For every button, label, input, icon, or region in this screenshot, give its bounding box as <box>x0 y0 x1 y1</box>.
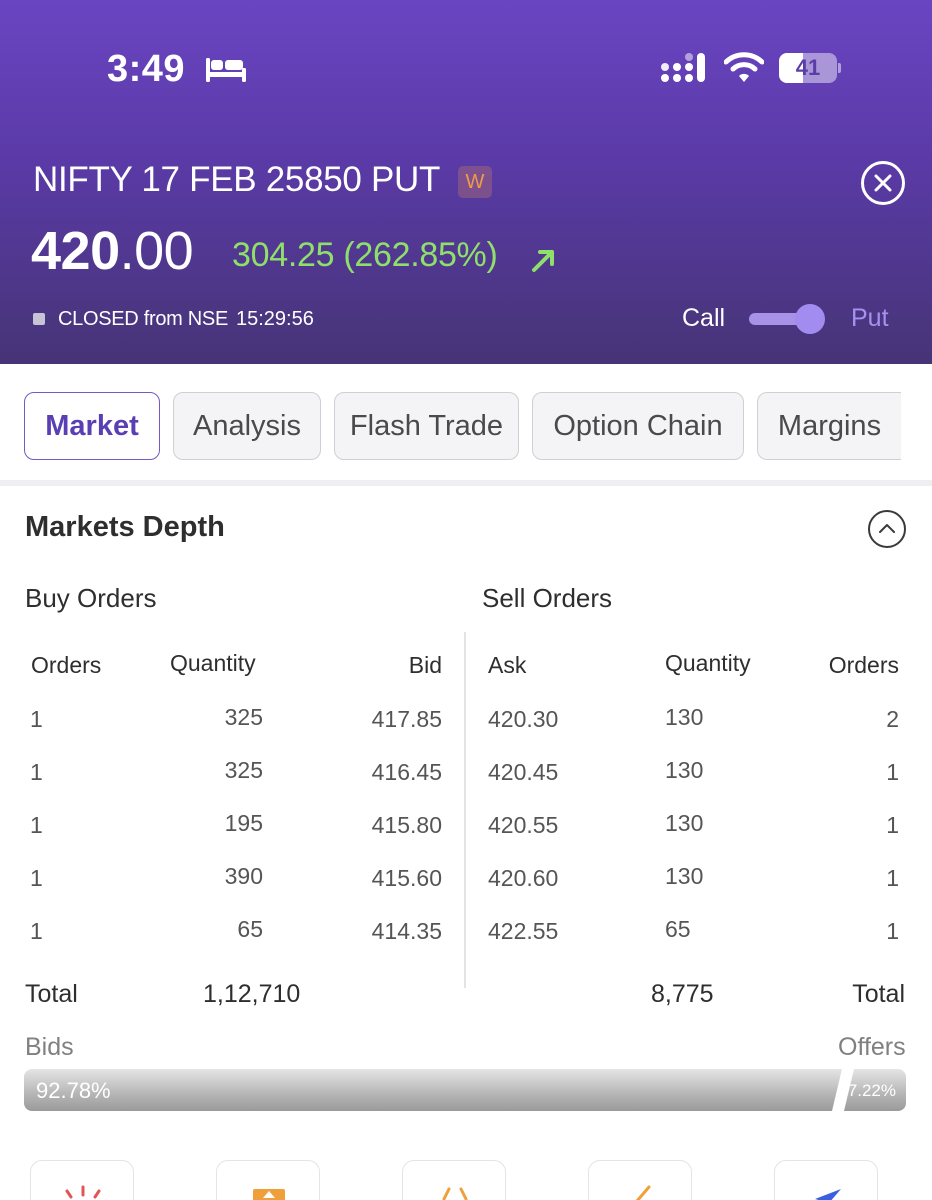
tab-market[interactable]: Market <box>24 392 160 460</box>
buy-bid-price: 415.80 <box>371 812 442 838</box>
sell-ask-price: 420.60 <box>488 865 559 891</box>
tab-flash-trade[interactable]: Flash Trade <box>334 392 519 460</box>
bids-ratio-fill: 92.78% <box>24 1069 842 1111</box>
sell-header-ask: Ask <box>488 652 527 678</box>
sell-quantity: 65 <box>665 916 691 942</box>
sell-header-quantity: Quantity <box>665 650 751 676</box>
close-icon <box>874 174 892 192</box>
market-closed-icon <box>33 313 45 325</box>
battery-percent: 41 <box>795 55 821 80</box>
tab-margins[interactable]: Margins <box>757 392 901 460</box>
action-card-1[interactable] <box>30 1160 134 1200</box>
sell-orders-count: 1 <box>886 759 899 785</box>
instrument-header: 3:49 41 NIFTY 17 FEB 25850 PUT W 420.00 … <box>0 0 932 364</box>
price-change: 304.25 (262.85%) <box>232 236 498 274</box>
sell-ask-price: 420.30 <box>488 706 559 732</box>
buy-quantity: 325 <box>224 704 263 730</box>
buy-header-orders: Orders <box>31 652 102 678</box>
buy-total-label: Total <box>25 980 78 1008</box>
sell-total-label: Total <box>852 980 905 1008</box>
send-icon <box>815 1189 841 1200</box>
buy-header-quantity: Quantity <box>170 650 256 676</box>
sell-ask-price: 420.55 <box>488 812 559 838</box>
code-icon <box>442 1187 468 1200</box>
weekly-expiry-badge: W <box>458 166 492 198</box>
collapse-depth-button[interactable] <box>868 510 906 548</box>
sell-quantity: 130 <box>665 810 704 836</box>
action-card-4[interactable] <box>588 1160 692 1200</box>
sell-ask-price: 420.45 <box>488 759 559 785</box>
call-put-toggle[interactable] <box>749 303 827 335</box>
action-card-5[interactable] <box>774 1160 878 1200</box>
sell-quantity: 130 <box>665 704 704 730</box>
sparkle-icon <box>65 1185 101 1199</box>
put-label[interactable]: Put <box>851 304 889 333</box>
market-status-time: 15:29:56 <box>236 308 314 330</box>
sell-total-quantity: 8,775 <box>651 980 714 1008</box>
offers-percent: 7.22% <box>847 1081 896 1100</box>
sell-orders-title: Sell Orders <box>482 583 613 613</box>
ltp-decimal: .00 <box>119 221 194 281</box>
offers-label: Offers <box>838 1033 906 1061</box>
toggle-knob[interactable] <box>795 304 825 334</box>
status-bar: 3:49 41 <box>0 0 932 130</box>
sleep-focus-icon <box>206 58 246 82</box>
sell-ask-price: 422.55 <box>488 918 559 944</box>
buy-bid-price: 415.60 <box>371 865 442 891</box>
buy-quantity: 65 <box>237 916 263 942</box>
buy-orders-count: 1 <box>30 918 43 944</box>
buy-orders-title: Buy Orders <box>25 583 157 613</box>
market-depth-title: Markets Depth <box>25 511 225 543</box>
bids-label: Bids <box>25 1033 74 1061</box>
sell-orders-count: 1 <box>886 865 899 891</box>
last-traded-price: 420.00 <box>31 220 194 282</box>
buy-bid-price: 417.85 <box>371 706 442 732</box>
buy-quantity: 195 <box>224 810 263 836</box>
status-time: 3:49 <box>107 48 186 90</box>
tab-option-chain[interactable]: Option Chain <box>532 392 744 460</box>
call-label[interactable]: Call <box>682 304 725 333</box>
buy-header-bid: Bid <box>408 652 442 678</box>
bid-offer-ratio-bar: 92.78% 7.22% <box>24 1069 906 1111</box>
buy-orders-count: 1 <box>30 865 43 891</box>
buy-orders-count: 1 <box>30 812 43 838</box>
bids-percent: 92.78% <box>36 1078 111 1103</box>
chevron-up-icon <box>879 524 895 533</box>
sell-quantity: 130 <box>665 863 704 889</box>
ltp-integer: 420 <box>31 221 120 281</box>
buy-orders-count: 1 <box>30 706 43 732</box>
market-status: CLOSED from NSE <box>58 308 228 330</box>
sell-orders-count: 2 <box>886 706 899 732</box>
sell-orders-count: 1 <box>886 812 899 838</box>
buy-orders-count: 1 <box>30 759 43 785</box>
sell-header-orders: Orders <box>828 652 899 678</box>
battery-indicator: 41 <box>779 53 841 83</box>
tab-bar: Market Analysis Flash Trade Option Chain… <box>0 364 932 486</box>
action-card-2[interactable] <box>216 1160 320 1200</box>
buy-total-quantity: 1,12,710 <box>203 980 301 1008</box>
trend-up-arrow-icon <box>532 250 554 272</box>
buy-bid-price: 414.35 <box>371 918 442 944</box>
instrument-title: NIFTY 17 FEB 25850 PUT <box>33 160 441 199</box>
buy-bid-price: 416.45 <box>371 759 442 785</box>
sell-orders-count: 1 <box>886 918 899 944</box>
action-card-3[interactable] <box>402 1160 506 1200</box>
cellular-signal-icon <box>661 53 705 82</box>
buy-quantity: 325 <box>224 757 263 783</box>
lightning-icon <box>635 1185 651 1200</box>
buy-quantity: 390 <box>224 863 263 889</box>
wifi-icon <box>724 52 764 82</box>
offers-ratio-fill: 7.22% <box>844 1069 906 1111</box>
depth-divider <box>464 632 466 988</box>
close-button[interactable] <box>861 161 905 205</box>
upload-icon <box>253 1189 285 1200</box>
sell-quantity: 130 <box>665 757 704 783</box>
tab-analysis[interactable]: Analysis <box>173 392 321 460</box>
